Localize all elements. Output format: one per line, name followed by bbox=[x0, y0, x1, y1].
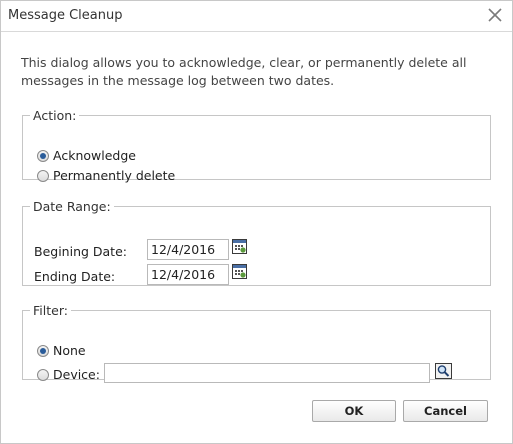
magnifier-icon bbox=[435, 363, 452, 379]
close-icon bbox=[488, 8, 502, 22]
action-group: Action: Acknowledge Permanently delete bbox=[22, 108, 491, 183]
close-button[interactable] bbox=[486, 6, 504, 24]
calendar-icon bbox=[232, 264, 247, 279]
title-divider bbox=[1, 31, 512, 32]
radio-filter-device-label: Device: bbox=[53, 367, 100, 382]
device-input[interactable] bbox=[104, 363, 430, 383]
ok-button[interactable]: OK bbox=[312, 400, 396, 422]
filter-legend: Filter: bbox=[33, 303, 68, 318]
radio-filter-device[interactable]: Device: bbox=[37, 367, 100, 382]
end-date-calendar-button[interactable] bbox=[232, 264, 247, 279]
begin-date-label: Begining Date: bbox=[34, 244, 127, 259]
message-cleanup-dialog: Message Cleanup This dialog allows you t… bbox=[0, 0, 513, 444]
dialog-title: Message Cleanup bbox=[8, 8, 123, 23]
radio-acknowledge-label: Acknowledge bbox=[53, 148, 136, 163]
calendar-icon bbox=[232, 239, 247, 254]
radio-permanently-delete[interactable]: Permanently delete bbox=[37, 168, 175, 183]
radio-filter-none-indicator[interactable] bbox=[37, 344, 49, 357]
end-date-input[interactable] bbox=[147, 264, 229, 285]
device-search-button[interactable] bbox=[435, 363, 452, 379]
radio-acknowledge[interactable]: Acknowledge bbox=[37, 148, 136, 163]
radio-permanently-delete-label: Permanently delete bbox=[53, 168, 176, 183]
begin-date-input[interactable] bbox=[147, 239, 229, 260]
cancel-button[interactable]: Cancel bbox=[403, 400, 488, 422]
radio-acknowledge-indicator[interactable] bbox=[37, 149, 49, 162]
title-bar: Message Cleanup bbox=[1, 1, 512, 31]
radio-filter-none[interactable]: None bbox=[37, 343, 86, 358]
intro-text: This dialog allows you to acknowledge, c… bbox=[21, 55, 467, 88]
date-range-group: Date Range: Begining Date: Ending Date: bbox=[22, 199, 491, 286]
radio-permanently-delete-indicator[interactable] bbox=[37, 169, 49, 182]
radio-filter-none-label: None bbox=[53, 343, 86, 358]
date-range-legend: Date Range: bbox=[33, 199, 111, 214]
action-legend: Action: bbox=[33, 108, 77, 123]
begin-date-calendar-button[interactable] bbox=[232, 239, 247, 254]
radio-filter-device-indicator[interactable] bbox=[37, 368, 49, 381]
end-date-label: Ending Date: bbox=[34, 269, 116, 284]
filter-group: Filter: None Device: bbox=[22, 303, 491, 383]
